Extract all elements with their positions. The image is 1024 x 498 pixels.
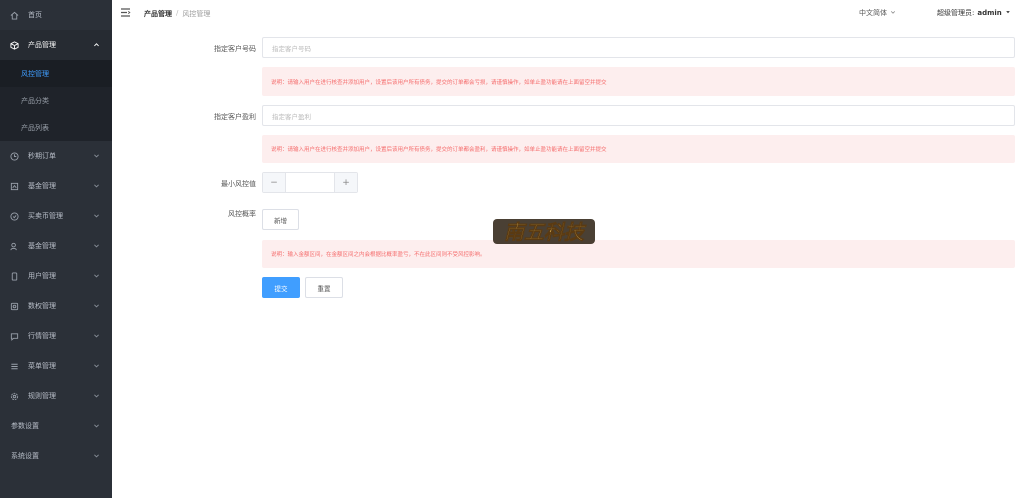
caret-down-icon (1005, 9, 1011, 17)
sidebar-subitem-risk-control[interactable]: 风控管理 (0, 60, 112, 87)
chevron-down-icon (93, 392, 100, 401)
chat-icon (9, 331, 19, 341)
sidebar-item-label: 秒期订单 (28, 152, 56, 160)
sidebar-item-label: 数权管理 (28, 302, 56, 310)
sidebar-item-rules[interactable]: 规则管理 (0, 381, 112, 411)
user-name: admin (977, 9, 1002, 17)
account-notice: 说明：请输入用户在进行核查并添加用户，设置后该用户所有债务，提交的订单都会亏损，… (262, 67, 1015, 96)
sidebar-item-market[interactable]: 行情管理 (0, 321, 112, 351)
chevron-down-icon (93, 422, 100, 431)
sidebar-item-label: 首页 (28, 11, 42, 19)
sidebar-item-params[interactable]: 参数设置 (0, 411, 112, 441)
user-role: 超级管理员: (937, 9, 975, 17)
chevron-down-icon (93, 182, 100, 191)
watermark-logo: 南五科技 (493, 219, 595, 244)
sidebar: 首页 产品管理 风控管理 产品分类 产品列表 秒期订单 基金管理 买卖币管理 基… (0, 0, 112, 498)
sidebar-item-orders[interactable]: 秒期订单 (0, 141, 112, 171)
sidebar-item-label: 系统设置 (11, 452, 39, 460)
sidebar-item-label: 买卖币管理 (28, 212, 63, 220)
fund-icon (9, 181, 19, 191)
sidebar-item-label: 规则管理 (28, 392, 56, 400)
risk-rate-label: 风控概率 (228, 210, 256, 218)
sidebar-item-data[interactable]: 数权管理 (0, 291, 112, 321)
sidebar-subitem-product-list[interactable]: 产品列表 (0, 114, 112, 141)
sidebar-item-label: 用户管理 (28, 272, 56, 280)
add-button[interactable]: 新增 (262, 209, 299, 230)
chevron-down-icon (890, 9, 896, 17)
stepper-minus-button[interactable]: − (263, 173, 285, 192)
chevron-down-icon (93, 272, 100, 281)
sidebar-item-label: 菜单管理 (28, 362, 56, 370)
min-risk-label: 最小风控值 (221, 180, 256, 188)
language-select[interactable]: 中文简体 (859, 8, 896, 18)
home-icon (9, 10, 19, 20)
stepper-plus-button[interactable]: + (335, 173, 357, 192)
account-label: 指定客户号码 (214, 45, 256, 53)
sidebar-item-users[interactable]: 用户管理 (0, 261, 112, 291)
chevron-down-icon (93, 242, 100, 251)
svg-text:南五科技: 南五科技 (504, 220, 587, 244)
sidebar-item-system[interactable]: 系统设置 (0, 441, 112, 471)
submit-button[interactable]: 提交 (262, 277, 300, 298)
chevron-down-icon (93, 152, 100, 161)
stepper-input[interactable] (285, 173, 335, 192)
top-bar: 产品管理 / 风控管理 中文简体 超级管理员: admin (112, 0, 1024, 26)
sidebar-subitem-category[interactable]: 产品分类 (0, 87, 112, 114)
breadcrumb: 产品管理 / 风控管理 (144, 9, 210, 19)
min-risk-stepper: − + (262, 172, 358, 193)
user-menu[interactable]: 超级管理员: admin (937, 8, 1011, 18)
language-label: 中文简体 (859, 9, 887, 17)
clock-icon (9, 151, 19, 161)
breadcrumb-item-current: 风控管理 (182, 10, 211, 18)
safe-icon (9, 301, 19, 311)
chevron-down-icon (93, 362, 100, 371)
coin-icon (9, 211, 19, 221)
hamburger-icon[interactable] (120, 7, 131, 18)
sidebar-item-label: 参数设置 (11, 422, 39, 430)
profit-label: 指定客户盈利 (214, 113, 256, 121)
gear-icon (9, 391, 19, 401)
sidebar-submenu: 风控管理 产品分类 产品列表 (0, 60, 112, 141)
profit-notice: 说明：请输入用户在进行核查并添加用户，设置后该用户所有债务，提交的订单都会盈利，… (262, 135, 1015, 163)
sidebar-item-fund-2[interactable]: 基金管理 (0, 231, 112, 261)
sidebar-item-label: 基金管理 (28, 182, 56, 190)
profit-input[interactable]: 指定客户盈利 (262, 105, 1015, 126)
breadcrumb-separator: / (176, 9, 179, 17)
chevron-down-icon (93, 452, 100, 461)
sidebar-item-fund[interactable]: 基金管理 (0, 171, 112, 201)
sidebar-menu: 首页 产品管理 风控管理 产品分类 产品列表 秒期订单 基金管理 买卖币管理 基… (0, 0, 112, 471)
sidebar-item-label: 行情管理 (28, 332, 56, 340)
rate-notice: 说明：输入金额区间，在金额区间之内会根据比概率盈亏，不在此区间则不受风控影响。 (262, 240, 1015, 268)
reset-button[interactable]: 重置 (305, 277, 343, 298)
account-input[interactable]: 指定客户号码 (262, 37, 1015, 58)
sidebar-item-product[interactable]: 产品管理 (0, 30, 112, 60)
list-icon (9, 361, 19, 371)
sidebar-item-coin[interactable]: 买卖币管理 (0, 201, 112, 231)
sidebar-item-label: 基金管理 (28, 242, 56, 250)
sidebar-item-menu[interactable]: 菜单管理 (0, 351, 112, 381)
chevron-down-icon (93, 332, 100, 341)
sidebar-item-label: 产品管理 (28, 41, 56, 49)
box-icon (9, 40, 19, 50)
chevron-up-icon (93, 41, 100, 50)
people-icon (9, 241, 19, 251)
sidebar-item-home[interactable]: 首页 (0, 0, 112, 30)
breadcrumb-item-product[interactable]: 产品管理 (144, 9, 172, 19)
chevron-down-icon (93, 212, 100, 221)
chevron-down-icon (93, 302, 100, 311)
phone-icon (9, 271, 19, 281)
